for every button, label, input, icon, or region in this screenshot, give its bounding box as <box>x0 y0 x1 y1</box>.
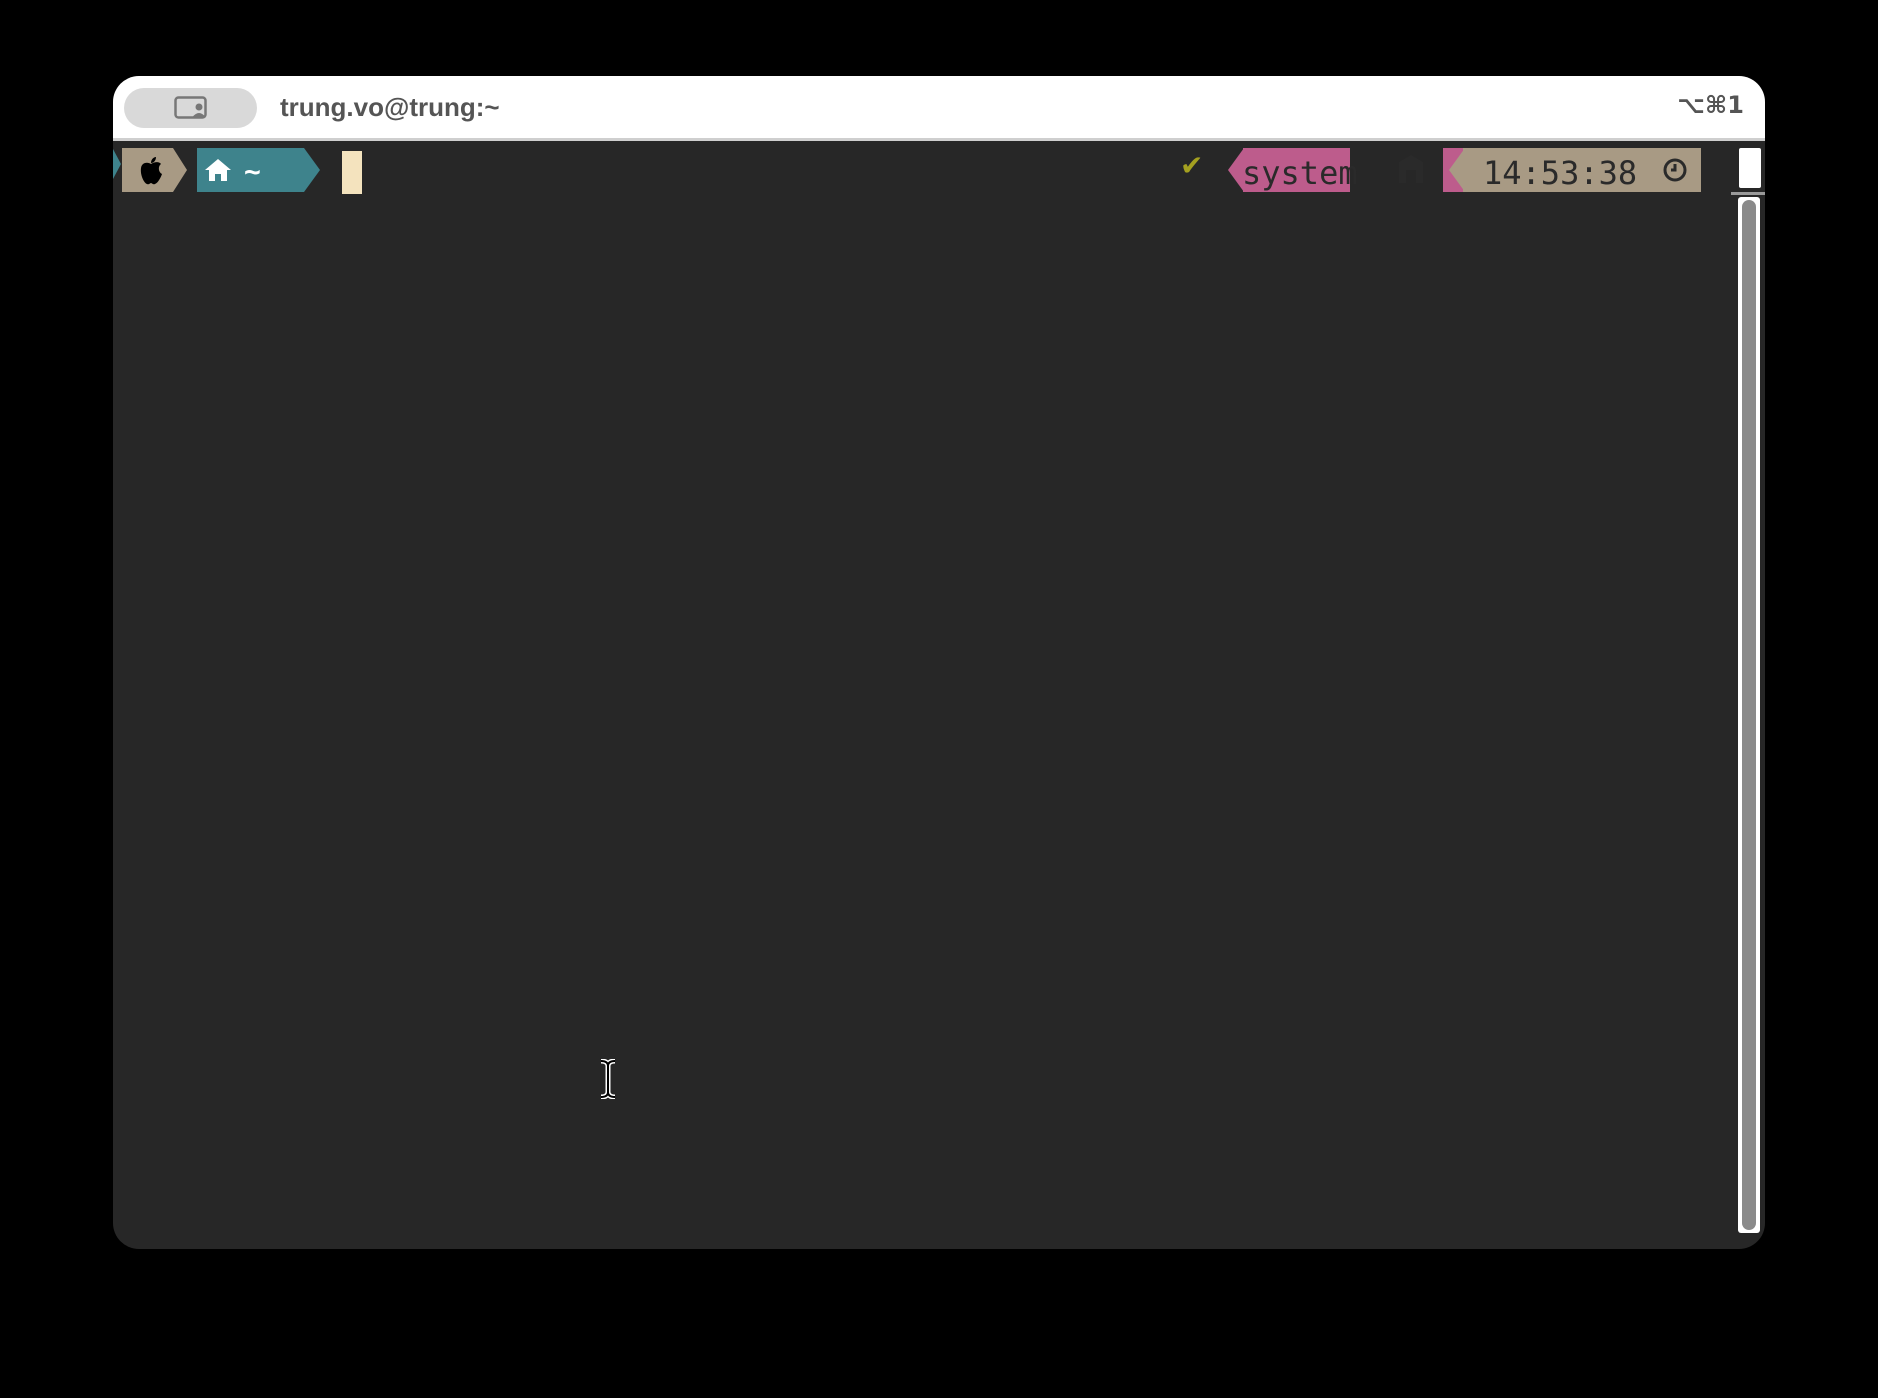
profile-window-icon <box>174 96 207 119</box>
segment-separator-icon <box>1228 148 1244 192</box>
environment-text: system <box>1242 154 1358 192</box>
clock-icon <box>1663 158 1687 182</box>
terminal-content[interactable]: ~ ✔ system 14:53:38 <box>113 141 1765 1249</box>
terminal-window: trung.vo@trung:~ ⌥⌘1 ~ ✔ system 14:53:38 <box>113 76 1765 1249</box>
scrollbar[interactable] <box>1738 197 1760 1233</box>
segment-separator-icon <box>1443 148 1465 192</box>
window-shortcut: ⌥⌘1 <box>1677 91 1744 119</box>
scrollbar-thumb[interactable] <box>1742 200 1756 1230</box>
text-cursor <box>342 151 362 194</box>
status-ok-mark: ✔ <box>1180 149 1204 182</box>
segment-separator-icon <box>304 148 320 192</box>
window-title: trung.vo@trung:~ <box>280 92 500 122</box>
ibeam-cursor-icon <box>600 1059 616 1099</box>
directory-text: ~ <box>244 155 261 188</box>
home-icon <box>205 159 231 181</box>
node-icon <box>1399 155 1423 183</box>
profile-tab-button[interactable] <box>124 88 257 128</box>
scroll-indicator <box>1739 148 1761 188</box>
time-text: 14:53:38 <box>1483 154 1638 192</box>
title-bar: trung.vo@trung:~ ⌥⌘1 <box>113 76 1765 141</box>
time-segment: 14:53:38 <box>1463 148 1701 192</box>
apple-icon <box>140 157 162 185</box>
directory-segment: ~ <box>197 148 304 192</box>
scroll-divider <box>1731 192 1765 195</box>
segment-separator-icon <box>173 148 187 192</box>
environment-segment: system <box>1242 148 1358 192</box>
os-segment <box>122 148 173 192</box>
